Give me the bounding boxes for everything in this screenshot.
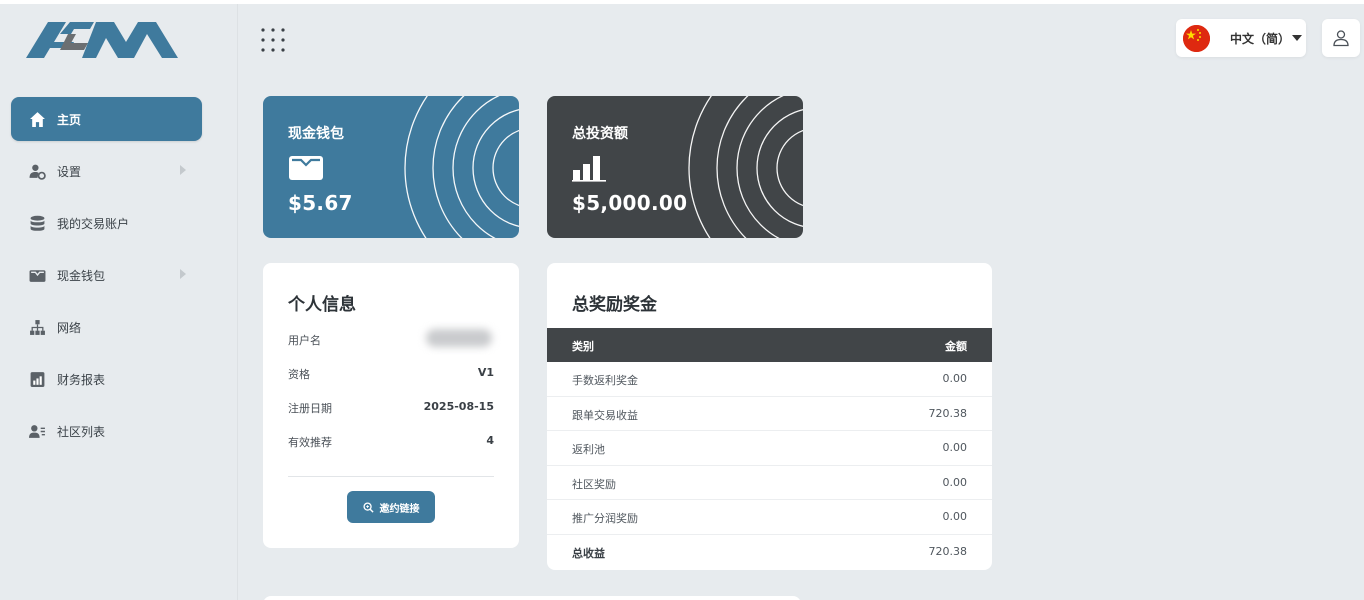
cell-amount: 0.00: [942, 510, 968, 523]
report-icon: [27, 369, 47, 389]
sidebar-item-label: 社区列表: [57, 424, 106, 439]
user-icon: [1333, 30, 1349, 47]
sidebar-item-trading-accounts[interactable]: 我的交易账户: [11, 201, 202, 245]
info-row-username: 用户名: [288, 329, 494, 352]
info-value: 2025-08-15: [423, 400, 494, 413]
card-title: 总投资额: [572, 126, 628, 142]
info-label: 资格: [288, 368, 310, 381]
total-investment-card[interactable]: 总投资额 $5,000.00: [547, 96, 803, 238]
info-row-registration-date: 注册日期 2025-08-15: [288, 400, 494, 420]
table-row-total: 总收益 720.38: [547, 535, 992, 570]
cell-category: 返利池: [572, 443, 605, 456]
table-header: 类别 金额: [547, 328, 992, 362]
cell-amount: 0.00: [942, 441, 968, 454]
acm-logo[interactable]: [26, 20, 178, 60]
table-row: 手数返利奖金 0.00: [547, 362, 992, 397]
sidebar-item-cash-wallet[interactable]: 现金钱包: [11, 253, 202, 297]
sidebar-item-label: 主页: [57, 112, 82, 127]
database-icon: [27, 213, 47, 233]
cell-category: 跟单交易收益: [572, 408, 638, 422]
card-title: 现金钱包: [288, 126, 344, 142]
sidebar-item-label: 我的交易账户: [57, 216, 130, 231]
info-row-valid-referrals: 有效推荐 4: [288, 434, 494, 454]
wallet-icon: [288, 152, 324, 182]
caret-down-icon: [1292, 35, 1302, 41]
sidebar-item-home[interactable]: 主页: [11, 97, 202, 141]
button-label: 邀约链接: [379, 503, 420, 515]
sidebar-item-label: 网络: [57, 320, 82, 335]
total-rewards-card: 总奖励奖金 类别 金额 手数返利奖金 0.00 跟单交易收益 720.38 返利…: [547, 263, 992, 570]
wallet-icon: [27, 265, 47, 285]
language-label: 中文（简）: [1230, 32, 1291, 46]
divider: [288, 476, 494, 477]
bar-chart-icon: [572, 152, 608, 182]
sidebar-item-label: 现金钱包: [57, 268, 106, 283]
language-selector[interactable]: 中文（简）: [1176, 19, 1306, 57]
user-menu-button[interactable]: [1322, 19, 1360, 57]
cell-category: 推广分润奖励: [572, 512, 638, 525]
user-settings-icon: [27, 161, 47, 181]
cell-category: 总收益: [572, 546, 605, 560]
card-value: $5.67: [288, 191, 353, 215]
info-label: 有效推荐: [288, 436, 332, 449]
cell-category: 手数返利奖金: [572, 374, 638, 387]
network-icon: [27, 317, 47, 337]
column-header-category: 类别: [572, 340, 594, 353]
sidebar-item-financial-reports[interactable]: 财务报表: [11, 357, 202, 401]
sidebar-item-label: 财务报表: [57, 372, 106, 387]
chevron-right-icon: [180, 269, 186, 279]
info-value: 4: [486, 434, 494, 447]
column-header-amount: 金额: [945, 340, 967, 353]
grid-apps-icon[interactable]: [260, 27, 288, 55]
home-icon: [27, 109, 47, 129]
info-label: 用户名: [288, 334, 321, 347]
sidebar-item-community-list[interactable]: 社区列表: [11, 409, 202, 453]
invite-link-button[interactable]: 邀约链接: [347, 491, 435, 523]
sidebar-item-label: 设置: [57, 164, 82, 179]
blurred-username: [416, 320, 502, 356]
china-flag-icon: [1183, 25, 1210, 52]
card-value: $5,000.00: [572, 191, 688, 215]
cell-category: 社区奖励: [572, 477, 616, 491]
sidebar-item-network[interactable]: 网络: [11, 305, 202, 349]
table-row: 跟单交易收益 720.38: [547, 397, 992, 431]
cash-wallet-card[interactable]: 现金钱包 $5.67: [263, 96, 519, 238]
cell-amount: 0.00: [942, 372, 968, 385]
info-label: 注册日期: [288, 402, 332, 415]
info-value: V1: [477, 366, 494, 379]
table-row: 推广分润奖励 0.00: [547, 500, 992, 535]
sidebar: 主页 设置 我的交易账户 现金钱包 网络 财务报表 社区列表: [0, 4, 238, 600]
card-title: 个人信息: [288, 295, 356, 315]
chevron-right-icon: [180, 165, 186, 175]
card-title: 总奖励奖金: [572, 295, 657, 315]
search-icon: [362, 501, 374, 513]
sidebar-item-settings[interactable]: 设置: [11, 149, 202, 193]
info-row-qualification: 资格 V1: [288, 366, 494, 386]
sidebar-nav: 主页 设置 我的交易账户 现金钱包 网络 财务报表 社区列表: [11, 97, 202, 461]
table-row: 返利池 0.00: [547, 431, 992, 466]
cell-amount: 720.38: [928, 544, 968, 558]
user-list-icon: [27, 421, 47, 441]
partial-card: [263, 596, 801, 600]
personal-info-card: 个人信息 用户名 资格 V1 注册日期 2025-08-15 有效推荐 4 邀约…: [263, 263, 519, 548]
cell-amount: 0.00: [942, 475, 968, 489]
cell-amount: 720.38: [928, 406, 968, 420]
table-row: 社区奖励 0.00: [547, 466, 992, 500]
